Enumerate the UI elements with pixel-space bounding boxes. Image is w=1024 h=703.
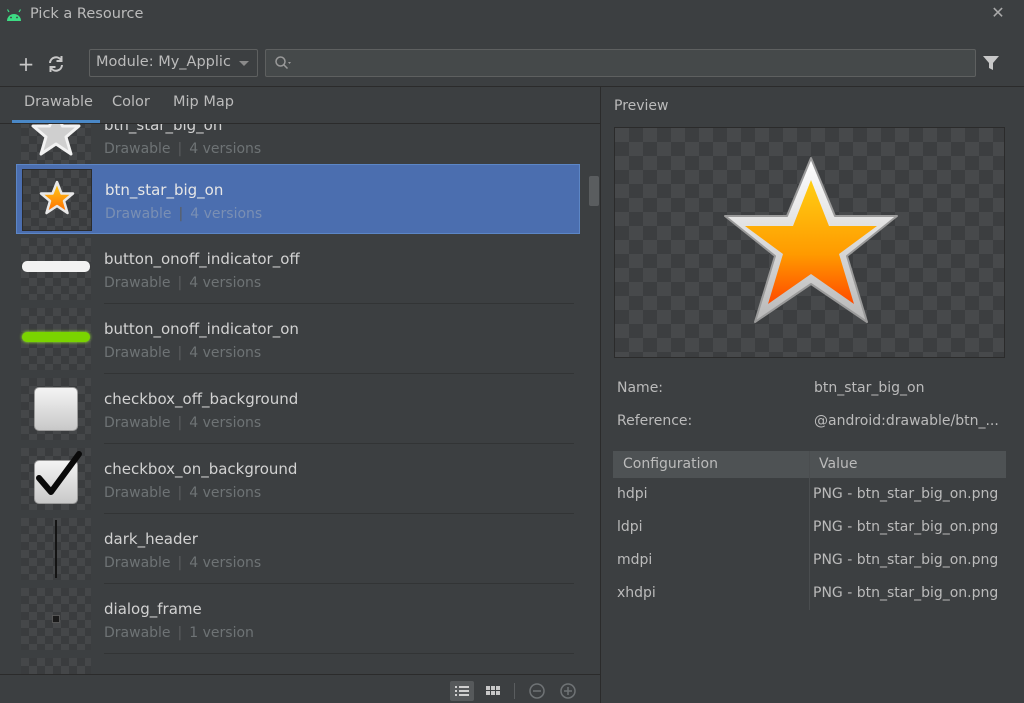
preview-heading: Preview [614,98,669,114]
resource-meta: Drawable | 1 version [104,625,254,641]
resource-thumbnail [21,448,91,510]
search-icon[interactable] [274,55,292,71]
list-item[interactable]: button_onoff_indicator_off Drawable | 4 ve… [16,234,580,304]
resource-meta: Drawable | 4 versions [104,275,262,291]
resource-name: button_onoff_indicator_off [104,250,300,268]
zoom-in-icon [560,683,576,699]
resource-meta: Drawable | 4 versions [105,206,263,222]
resource-thumbnail [21,124,91,166]
grid-view-button[interactable] [481,681,505,701]
column-divider [809,451,810,610]
module-dropdown-label: Module: My_Applic [96,54,231,70]
chevron-down-icon [239,61,249,66]
column-header-value[interactable]: Value [819,456,857,472]
resource-thumbnail [22,169,92,231]
config-value: PNG - btn_star_big_on.png [813,585,999,601]
panel-splitter[interactable] [600,87,601,703]
resource-name: btn_star_big_on [105,181,224,199]
list-view-button[interactable] [450,681,474,701]
grid-view-icon [486,686,500,695]
resource-name: checkbox_on_background [104,460,298,478]
resource-name: checkbox_off_background [104,390,299,408]
search-field[interactable] [265,49,976,77]
filter-icon[interactable] [982,55,1000,71]
list-item[interactable]: dialog_frame Drawable | 1 version [16,584,580,654]
preview-canvas [614,127,1005,358]
star-icon [724,157,898,323]
star-icon [31,124,81,156]
bottom-bar-divider [0,674,600,675]
zoom-out-icon [529,683,545,699]
list-scrollbar[interactable] [589,176,599,206]
checkmark-icon [36,451,82,495]
refresh-icon[interactable] [44,52,68,76]
tab-drawable[interactable]: Drawable [24,94,93,110]
zoom-in-button[interactable] [556,681,580,701]
resource-meta: Drawable | 4 versions [104,555,262,571]
frame-dot [52,615,60,623]
checkbox-empty-icon [34,387,78,431]
search-input[interactable] [296,51,966,75]
add-resource-button[interactable]: + [14,52,38,76]
list-item-selected[interactable]: btn_star_big_on Drawable | 4 versions [16,164,580,234]
resource-thumbnail [21,518,91,580]
resource-thumbnail [21,378,91,440]
title-bar [0,0,1024,32]
resource-meta: Drawable | 4 versions [104,141,262,157]
bottom-bar-separator [514,683,515,699]
config-value: PNG - btn_star_big_on.png [813,486,999,502]
resource-name: button_onoff_indicator_on [104,320,299,338]
indicator-bar-on [22,332,90,342]
list-item[interactable]: button_onoff_indicator_on Drawable | 4 ver… [16,304,580,374]
configuration-table: Configuration Value hdpi PNG - btn_star_… [613,451,1006,610]
config-density: xhdpi [617,585,656,601]
list-view-icon [455,686,469,696]
reference-label: Reference: [617,413,693,429]
header-line [55,520,57,578]
close-icon[interactable]: ✕ [988,3,1008,23]
reference-value: @android:drawable/btn_... [814,413,999,429]
config-density: ldpi [617,519,643,535]
config-value: PNG - btn_star_big_on.png [813,519,999,535]
list-item[interactable]: checkbox_on_background Drawable | 4 versio… [16,444,580,514]
tab-color[interactable]: Color [112,94,150,110]
resource-thumbnail [21,238,91,300]
resource-meta: Drawable | 4 versions [104,485,262,501]
star-icon [39,180,75,215]
list-item[interactable] [16,654,580,674]
resource-name: dialog_frame [104,600,202,618]
list-item[interactable]: dark_header Drawable | 4 versions [16,514,580,584]
name-value: btn_star_big_on [814,380,925,396]
resource-meta: Drawable | 4 versions [104,415,262,431]
android-icon [6,9,22,21]
resource-thumbnail [21,588,91,650]
tab-mip-map[interactable]: Mip Map [173,94,234,110]
toolbar-divider [0,86,1024,87]
resource-meta: Drawable | 4 versions [104,345,262,361]
resource-thumbnail [21,658,91,674]
window-title: Pick a Resource [30,6,144,22]
config-value: PNG - btn_star_big_on.png [813,552,999,568]
module-dropdown[interactable]: Module: My_Applic [89,49,258,77]
zoom-out-button[interactable] [525,681,549,701]
column-header-configuration[interactable]: Configuration [623,456,718,472]
list-item[interactable]: checkbox_off_background Drawable | 4 versi… [16,374,580,444]
config-density: hdpi [617,486,648,502]
resource-name: dark_header [104,530,198,548]
name-label: Name: [617,380,664,396]
indicator-bar-off [22,261,90,272]
resource-name: btn_star_big_on [104,124,223,134]
resource-list: btn_star_big_on Drawable | 4 versions btn_… [0,124,600,674]
config-density: mdpi [617,552,653,568]
resource-thumbnail [21,308,91,370]
